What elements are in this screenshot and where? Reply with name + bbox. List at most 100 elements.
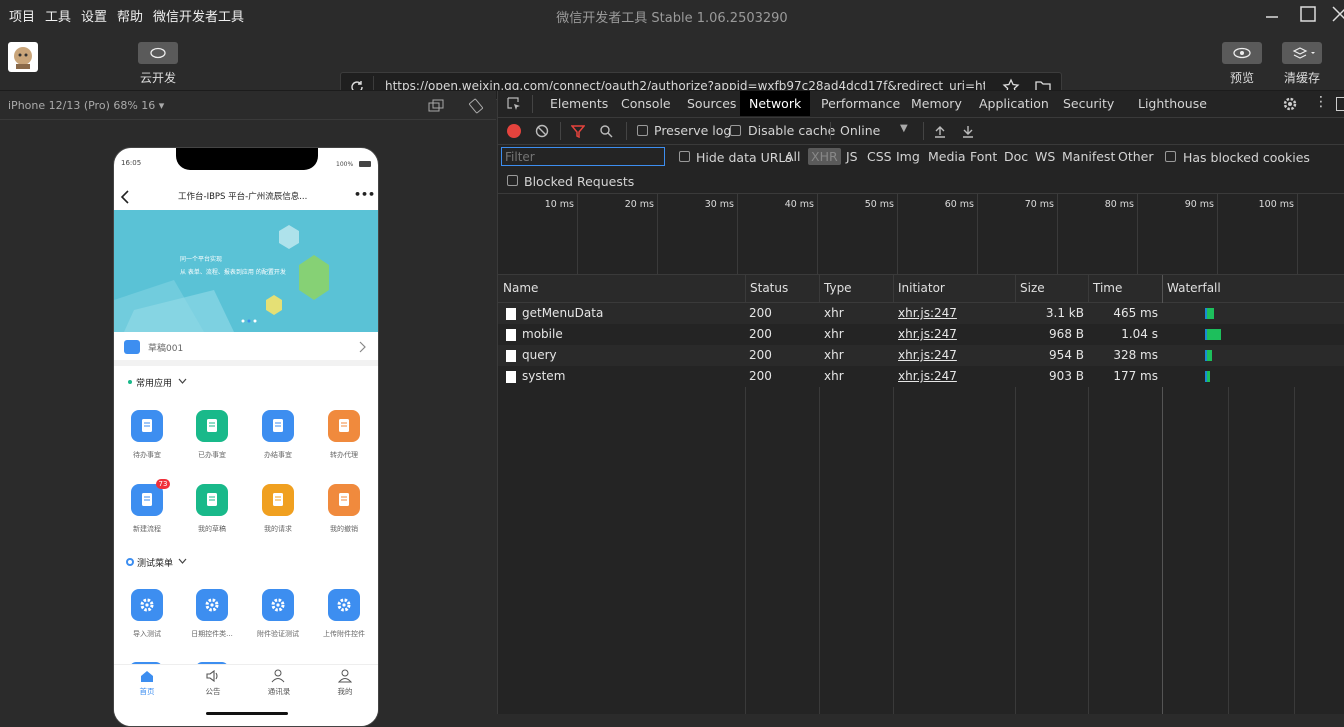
- phone-screen: 16:05 100% 工作台-IBPS 平台-广州流辰信息... ••• 同一个…: [113, 147, 379, 727]
- request-name[interactable]: mobile: [522, 327, 563, 341]
- tab-memory[interactable]: Memory: [902, 91, 971, 116]
- request-name[interactable]: system: [522, 369, 565, 383]
- test-app-label: 附件验证测试: [257, 630, 299, 638]
- request-status: 200: [749, 348, 772, 362]
- request-initiator-link[interactable]: xhr.js:247: [898, 369, 957, 383]
- app-icon-4[interactable]: [328, 410, 360, 442]
- type-filter-ws[interactable]: WS: [1035, 148, 1055, 165]
- tab-bar-item-1[interactable]: 首页: [127, 668, 167, 704]
- hide-data-urls-checkbox[interactable]: [679, 151, 690, 162]
- type-filter-media[interactable]: Media: [928, 148, 966, 165]
- test-app-icon-1[interactable]: [131, 589, 163, 621]
- tab-lighthouse[interactable]: Lighthouse: [1129, 91, 1216, 116]
- more-icon[interactable]: •••: [354, 188, 375, 201]
- tab-application[interactable]: Application: [970, 91, 1058, 116]
- search-icon[interactable]: [599, 124, 613, 138]
- tab-network[interactable]: Network: [740, 91, 811, 116]
- filter-icon[interactable]: [571, 125, 585, 138]
- app-icon-3[interactable]: [262, 410, 294, 442]
- test-app-icon-2[interactable]: [196, 589, 228, 621]
- device-selector[interactable]: iPhone 12/13 (Pro) 68% 16 ▾: [8, 99, 164, 112]
- inspect-icon[interactable]: [506, 96, 522, 112]
- column-header-type[interactable]: Type: [824, 281, 852, 295]
- cloud-dev-button[interactable]: [138, 42, 178, 64]
- tab-bar-item-2[interactable]: 公告: [193, 668, 233, 704]
- tab-sources[interactable]: Sources: [678, 91, 745, 116]
- tab-console[interactable]: Console: [612, 91, 680, 116]
- column-header-initiator[interactable]: Initiator: [898, 281, 945, 295]
- type-filter-xhr[interactable]: XHR: [808, 148, 841, 165]
- app-icon-6[interactable]: [196, 484, 228, 516]
- tab-bar-item-4[interactable]: 我的: [325, 668, 365, 704]
- type-filter-all[interactable]: All: [785, 148, 801, 165]
- timeline-gridline: [737, 194, 738, 274]
- upload-icon[interactable]: [933, 124, 947, 138]
- request-initiator-link[interactable]: xhr.js:247: [898, 306, 957, 320]
- clear-icon[interactable]: [535, 124, 549, 138]
- type-filter-js[interactable]: JS: [846, 148, 858, 165]
- request-initiator-link[interactable]: xhr.js:247: [898, 348, 957, 362]
- notice-bar[interactable]: 草稿001: [114, 334, 378, 360]
- type-filter-manifest[interactable]: Manifest: [1062, 148, 1115, 165]
- request-name[interactable]: query: [522, 348, 557, 362]
- request-time: 177 ms: [1113, 369, 1158, 383]
- app-icon-2[interactable]: [196, 410, 228, 442]
- tab-bar-item-3[interactable]: 通讯录: [259, 668, 299, 704]
- disable-cache-label: Disable cache: [748, 123, 836, 138]
- download-icon[interactable]: [961, 124, 975, 138]
- type-filter-font[interactable]: Font: [970, 148, 997, 165]
- timeline-tick: 80 ms: [1104, 199, 1134, 210]
- column-header-time[interactable]: Time: [1093, 281, 1122, 295]
- app-label: 我的草稿: [198, 525, 226, 533]
- chevron-down-icon[interactable]: [178, 558, 187, 565]
- test-app-icon-4[interactable]: [328, 589, 360, 621]
- filter-input[interactable]: [501, 147, 665, 166]
- rotate-icon[interactable]: [468, 98, 484, 114]
- request-type: xhr: [824, 327, 844, 341]
- timeline-gridline: [897, 194, 898, 274]
- tab-performance[interactable]: Performance: [812, 91, 909, 116]
- contacts-icon: [271, 668, 287, 684]
- app-icon-8[interactable]: [328, 484, 360, 516]
- throttle-dropdown-icon[interactable]: ▼: [900, 123, 908, 134]
- column-header-status[interactable]: Status: [750, 281, 788, 295]
- close-icon[interactable]: [1330, 4, 1344, 24]
- hide-data-urls-label: Hide data URLs: [696, 150, 792, 165]
- back-icon[interactable]: [120, 190, 130, 204]
- settings-gear-icon[interactable]: [1282, 96, 1298, 112]
- chevron-down-icon[interactable]: [178, 378, 187, 385]
- request-initiator-link[interactable]: xhr.js:247: [898, 327, 957, 341]
- column-header-waterfall[interactable]: Waterfall: [1167, 281, 1221, 295]
- column-header-name[interactable]: Name: [503, 281, 538, 295]
- title-bar: 项目 工具 设置 帮助 微信开发者工具 微信开发者工具 Stable 1.06.…: [0, 0, 1344, 30]
- test-app-icon-3[interactable]: [262, 589, 294, 621]
- tab-elements[interactable]: Elements: [541, 91, 617, 116]
- clear-cache-button[interactable]: [1282, 42, 1322, 64]
- avatar[interactable]: [8, 42, 38, 72]
- request-name[interactable]: getMenuData: [522, 306, 603, 320]
- dock-icon[interactable]: [1336, 97, 1344, 111]
- type-filter-doc[interactable]: Doc: [1004, 148, 1028, 165]
- type-filter-img[interactable]: Img: [896, 148, 920, 165]
- preview-button[interactable]: [1222, 42, 1262, 64]
- has-blocked-cookies-checkbox[interactable]: [1165, 151, 1176, 162]
- blocked-requests-checkbox[interactable]: [507, 175, 518, 186]
- app-icon-7[interactable]: [262, 484, 294, 516]
- banner[interactable]: 同一个平台实现 从 表单、流程、报表到应用 的配置开发: [114, 210, 378, 332]
- record-button[interactable]: [507, 124, 521, 138]
- minimize-icon[interactable]: [1262, 4, 1282, 24]
- kebab-menu-icon[interactable]: ⋮: [1314, 94, 1328, 110]
- app-icon-1[interactable]: [131, 410, 163, 442]
- devtools-panel: ⋮ Preserve log Disable cache Online ▼ Hi…: [497, 91, 1344, 714]
- request-status: 200: [749, 327, 772, 341]
- column-header-size[interactable]: Size: [1020, 281, 1045, 295]
- tab-security[interactable]: Security: [1054, 91, 1123, 116]
- type-filter-css[interactable]: CSS: [867, 148, 892, 165]
- app-icon-5[interactable]: [131, 484, 163, 516]
- throttle-select[interactable]: Online: [840, 123, 880, 138]
- maximize-icon[interactable]: [1298, 4, 1318, 24]
- preserve-log-checkbox[interactable]: [637, 125, 648, 136]
- disable-cache-checkbox[interactable]: [730, 125, 741, 136]
- type-filter-other[interactable]: Other: [1118, 148, 1154, 165]
- popout-icon[interactable]: [428, 99, 444, 113]
